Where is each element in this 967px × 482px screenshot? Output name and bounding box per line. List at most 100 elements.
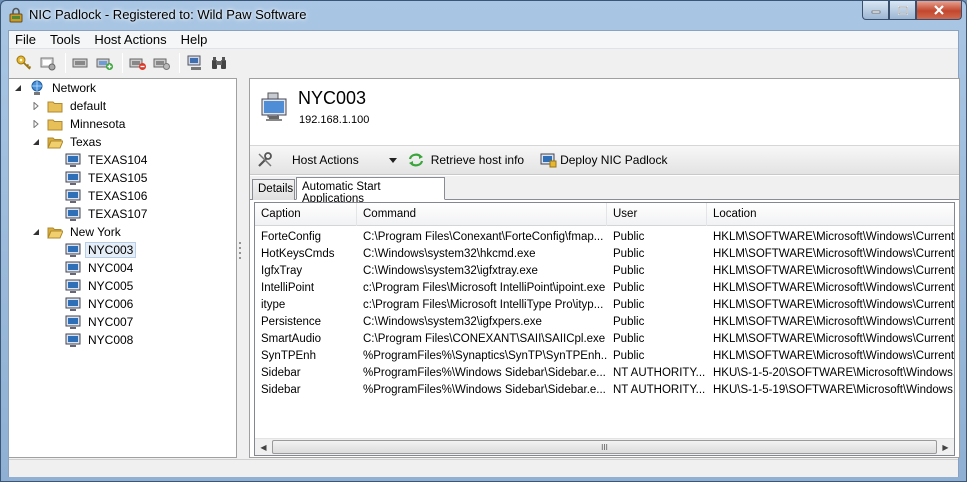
maximize-button[interactable]	[889, 1, 916, 20]
column-header-user[interactable]: User	[607, 203, 707, 226]
expand-arrow-icon[interactable]	[31, 101, 41, 111]
expand-arrow-icon[interactable]	[31, 119, 41, 129]
column-header-command[interactable]: Command	[357, 203, 607, 226]
collapse-arrow-icon[interactable]	[31, 137, 41, 147]
tree-host-nyc008[interactable]: NYC008	[65, 331, 136, 349]
menu-file[interactable]: File	[9, 31, 44, 49]
tree-host-nyc007[interactable]: NYC007	[65, 313, 136, 331]
scroll-thumb[interactable]: III	[272, 440, 937, 454]
table-cell: Public	[613, 282, 645, 294]
tree-host-nyc004[interactable]: NYC004	[65, 259, 136, 277]
tab-automatic-start-applications[interactable]: Automatic Start Applications	[296, 177, 445, 205]
table-cell: HKLM\SOFTWARE\Microsoft\Windows\Current.…	[713, 265, 955, 277]
tree-node-default[interactable]: default	[31, 97, 109, 115]
tree-node-new-york[interactable]: New York	[31, 223, 124, 241]
table-cell: NT AUTHORITY...	[613, 384, 706, 396]
table-cell: HKLM\SOFTWARE\Microsoft\Windows\Current.…	[713, 299, 955, 311]
tree-node-network[interactable]: Network	[13, 79, 99, 97]
tools-icon	[258, 152, 272, 167]
minimize-button[interactable]	[862, 1, 889, 20]
remove-host-button[interactable]	[70, 52, 92, 74]
tree-host-texas106[interactable]: TEXAS106	[65, 187, 150, 205]
tree-host-label: TEXAS106	[88, 189, 148, 203]
title-bar[interactable]: NIC Padlock - Registered to: Wild Paw So…	[1, 1, 966, 29]
computer-icon	[65, 260, 81, 276]
table-cell: IgfxTray	[261, 265, 303, 277]
tree-host-nyc003[interactable]: NYC003	[65, 241, 137, 259]
deploy-nic-padlock-button[interactable]: Deploy NIC Padlock	[536, 149, 671, 171]
table-row[interactable]: SmartAudio C:\Program Files\CONEXANT\SAII…	[255, 331, 954, 348]
table-cell: Public	[613, 231, 645, 243]
table-cell: C:\Program Files\Conexant\ForteConfig\fm…	[363, 231, 604, 243]
tree-node-texas[interactable]: Texas	[31, 133, 104, 151]
computer-icon	[65, 152, 81, 168]
padlock-app-icon	[8, 7, 24, 23]
computer-icon	[65, 242, 81, 258]
host-properties-button[interactable]	[37, 52, 59, 74]
scan-network-button[interactable]	[184, 52, 206, 74]
scroll-left-button[interactable]: ◀	[255, 439, 272, 455]
menu-tools[interactable]: Tools	[44, 31, 88, 49]
key-button[interactable]	[13, 52, 35, 74]
tree-host-label: NYC008	[88, 333, 134, 347]
table-row[interactable]: Sidebar %ProgramFiles%\Windows Sidebar\Si…	[255, 365, 954, 382]
table-cell: %ProgramFiles%\Windows Sidebar\Sidebar.e…	[363, 384, 606, 396]
table-cell: Sidebar	[261, 384, 301, 396]
column-header-location[interactable]: Location	[707, 203, 954, 226]
pane-splitter[interactable]	[238, 231, 242, 271]
column-header-caption[interactable]: Caption	[255, 203, 357, 226]
table-row[interactable]: HotKeysCmds C:\Windows\system32\hkcmd.exe…	[255, 246, 954, 263]
table-cell: itype	[261, 299, 286, 311]
tree-host-label: NYC006	[88, 297, 134, 311]
table-cell: Persistence	[261, 316, 322, 328]
detail-tabs: Details Automatic Start Applications	[250, 176, 959, 205]
tree-node-minnesota[interactable]: Minnesota	[31, 115, 128, 133]
tree-host-nyc005[interactable]: NYC005	[65, 277, 136, 295]
table-row[interactable]: Persistence C:\Windows\system32\igfxpers.…	[255, 314, 954, 331]
menu-host-actions[interactable]: Host Actions	[88, 31, 174, 49]
lock-host-button[interactable]	[127, 52, 149, 74]
host-actions-dropdown[interactable]: Host Actions	[252, 149, 401, 171]
table-row[interactable]: IntelliPoint c:\Program Files\Microsoft I…	[255, 280, 955, 297]
tree-host-texas107[interactable]: TEXAS107	[65, 205, 150, 223]
tree-node-label: Minnesota	[70, 117, 126, 131]
retrieve-host-info-button[interactable]: Retrieve host info	[403, 149, 528, 171]
add-host-button[interactable]	[94, 52, 116, 74]
table-cell: C:\Windows\system32\igfxtray.exe	[363, 265, 538, 277]
table-cell: IntelliPoint	[261, 282, 315, 294]
table-row[interactable]: ForteConfig C:\Program Files\Conexant\For…	[255, 229, 954, 246]
computer-icon	[65, 296, 81, 312]
tab-details[interactable]: Details	[252, 179, 295, 200]
close-icon	[934, 5, 944, 15]
open-folder-icon	[47, 224, 63, 240]
app-window: NIC Padlock - Registered to: Wild Paw So…	[0, 0, 967, 482]
computer-add-icon	[96, 58, 113, 70]
network-scan-icon	[187, 55, 201, 70]
table-cell: Sidebar	[261, 367, 301, 379]
client-area: File Tools Host Actions Help Network def…	[8, 30, 960, 477]
network-tree[interactable]: Network default Minnesota Texas TEXAS104…	[9, 78, 237, 458]
menu-help[interactable]: Help	[175, 31, 216, 49]
computer-lock-icon	[129, 58, 146, 70]
table-row[interactable]: itype c:\Program Files\Microsoft IntelliT…	[255, 297, 955, 314]
computer-icon	[65, 188, 81, 204]
unlock-host-button[interactable]	[151, 52, 173, 74]
table-row[interactable]: Sidebar %ProgramFiles%\Windows Sidebar\Si…	[255, 382, 954, 399]
collapse-arrow-icon[interactable]	[13, 83, 23, 93]
table-cell: %ProgramFiles%\Windows Sidebar\Sidebar.e…	[363, 367, 606, 379]
table-cell: SmartAudio	[261, 333, 322, 345]
table-cell: HKLM\SOFTWARE\Microsoft\Windows\Current.…	[713, 282, 955, 294]
horizontal-scrollbar[interactable]: ◀ III ▶	[255, 438, 954, 455]
tree-node-label: default	[70, 99, 107, 113]
find-host-button[interactable]	[208, 52, 230, 74]
autostart-table: Caption Command User Location ForteConfi…	[254, 202, 955, 456]
tree-host-texas105[interactable]: TEXAS105	[65, 169, 150, 187]
table-row[interactable]: IgfxTray C:\Windows\system32\igfxtray.exe…	[255, 263, 955, 280]
collapse-arrow-icon[interactable]	[31, 227, 41, 237]
scroll-right-button[interactable]: ▶	[937, 439, 954, 455]
table-row[interactable]: SynTPEnh %ProgramFiles%\Synaptics\SynTP\S…	[255, 348, 954, 365]
window-title: NIC Padlock - Registered to: Wild Paw So…	[29, 7, 307, 22]
tree-host-texas104[interactable]: TEXAS104	[65, 151, 150, 169]
close-button[interactable]	[916, 1, 962, 20]
tree-host-nyc006[interactable]: NYC006	[65, 295, 136, 313]
